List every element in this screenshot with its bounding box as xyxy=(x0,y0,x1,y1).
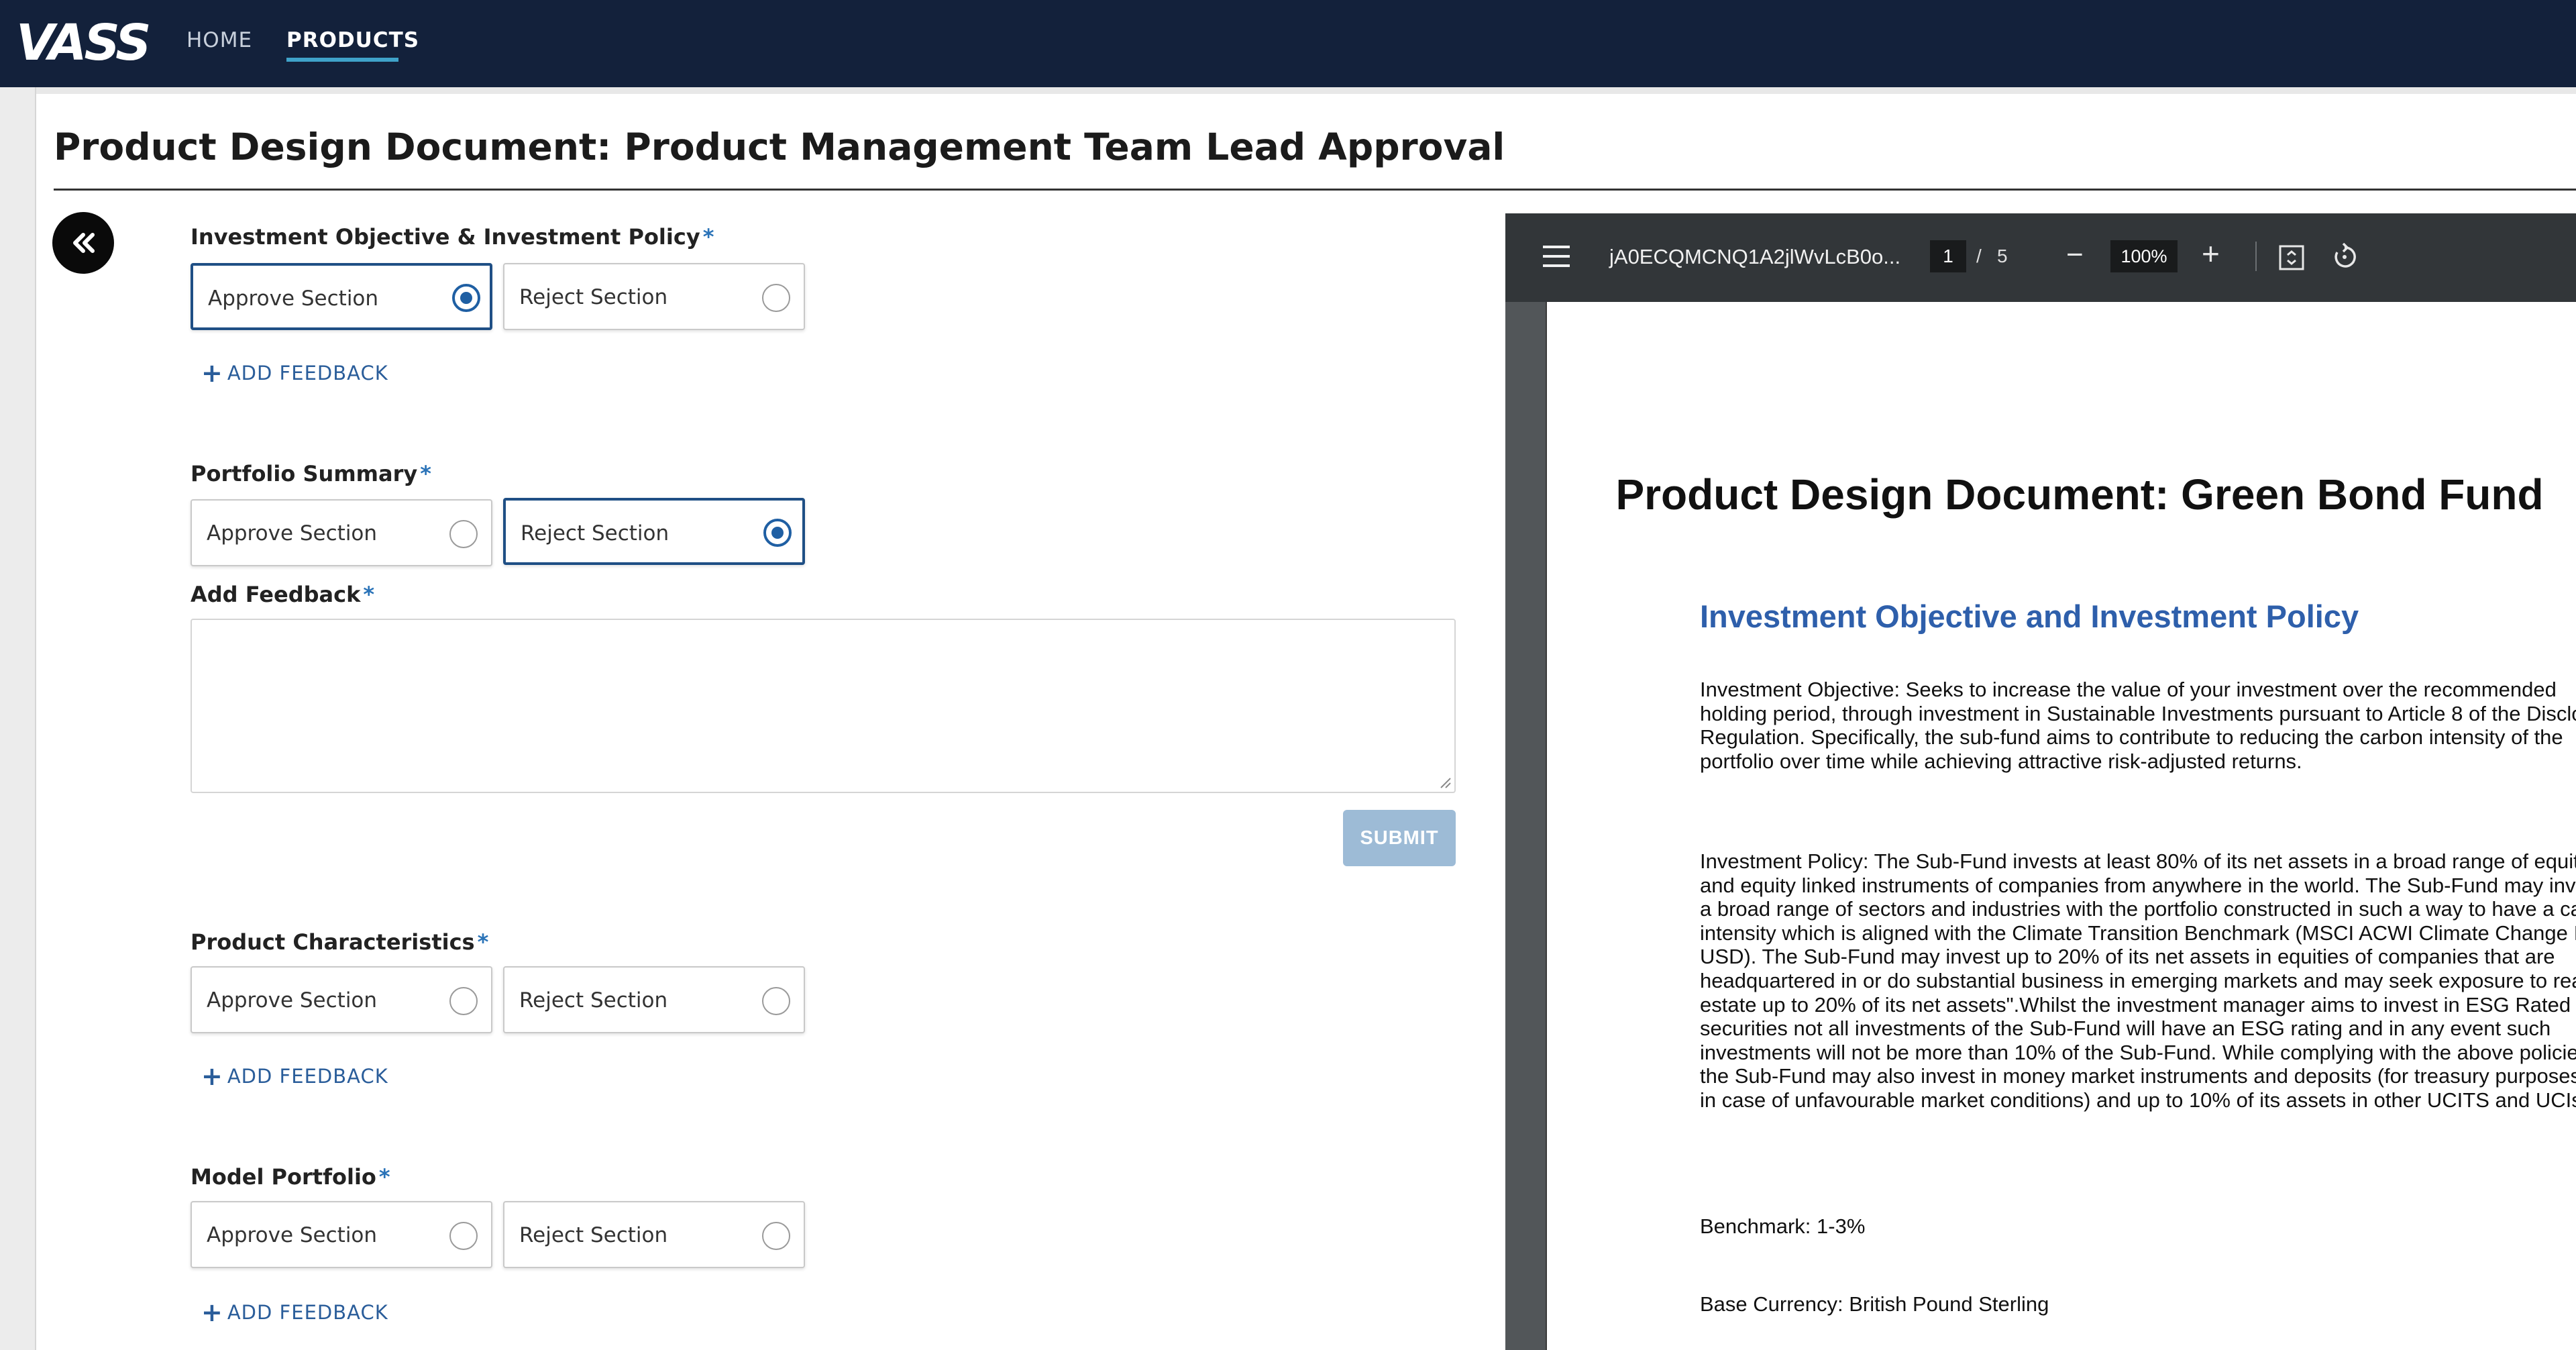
document-paragraph: Benchmark: 1-3% xyxy=(1700,1214,1866,1238)
pdf-page xyxy=(1546,302,2576,1350)
nav-products-link[interactable]: PRODUCTS xyxy=(286,27,419,54)
active-nav-indicator xyxy=(286,58,398,62)
add-feedback-label: Add Feedback * xyxy=(191,580,374,609)
plus-icon: + xyxy=(201,1298,223,1327)
radio-label: Approve Section xyxy=(207,988,378,1012)
add-feedback-link[interactable]: + ADD FEEDBACK xyxy=(201,1299,388,1326)
top-navbar: VASS HOME PRODUCTS xyxy=(0,0,2576,87)
zoom-level-input[interactable]: 100% xyxy=(2110,240,2178,272)
radio-unselected-icon xyxy=(449,987,478,1015)
radio-unselected-icon xyxy=(449,1222,478,1250)
add-feedback-link[interactable]: + ADD FEEDBACK xyxy=(201,1063,388,1090)
menu-icon[interactable] xyxy=(1543,246,1570,267)
page-separator: / xyxy=(1976,246,1982,266)
document-paragraph: Investment Objective: Seeks to increase … xyxy=(1700,678,2576,773)
radio-label: Approve Section xyxy=(207,1223,378,1247)
plus-icon: + xyxy=(201,358,223,388)
radio-selected-icon xyxy=(452,284,480,312)
nav-home-link[interactable]: HOME xyxy=(186,27,252,54)
radio-label: Reject Section xyxy=(521,521,669,546)
pdf-filename: jA0ECQMCNQ1A2jlWvLcB0o... xyxy=(1609,245,1901,268)
section-label-text: Investment Objective & Investment Policy xyxy=(191,224,700,250)
reject-section-radio[interactable]: Reject Section xyxy=(503,1201,805,1268)
radio-selected-icon xyxy=(763,519,792,547)
approve-section-radio[interactable]: Approve Section xyxy=(191,499,492,566)
radio-label: Reject Section xyxy=(519,285,668,309)
feedback-textarea[interactable] xyxy=(191,619,1456,793)
section-label-investment-objective: Investment Objective & Investment Policy… xyxy=(191,223,714,251)
required-marker: * xyxy=(363,582,375,607)
radio-unselected-icon xyxy=(762,1222,790,1250)
toolbar-divider xyxy=(2255,242,2257,271)
required-marker: * xyxy=(702,224,714,250)
add-feedback-label: ADD FEEDBACK xyxy=(227,362,388,384)
zoom-in-button[interactable]: + xyxy=(2202,238,2220,270)
radio-unselected-icon xyxy=(762,987,790,1015)
reject-section-radio[interactable]: Reject Section xyxy=(503,263,805,330)
reject-section-radio[interactable]: Reject Section xyxy=(503,498,805,565)
document-title: Product Design Document: Green Bond Fund xyxy=(1615,470,2544,519)
double-chevron-left-icon xyxy=(73,233,95,253)
section-label-text: Product Characteristics xyxy=(191,929,475,955)
section-label-model-portfolio: Model Portfolio * xyxy=(191,1163,390,1191)
radio-label: Reject Section xyxy=(519,1223,668,1247)
pdf-toolbar: jA0ECQMCNQ1A2jlWvLcB0o... 1 / 5 − 100% + xyxy=(1505,213,2576,302)
add-feedback-label: ADD FEEDBACK xyxy=(227,1065,388,1088)
zoom-out-button[interactable]: − xyxy=(2066,240,2084,270)
radio-unselected-icon xyxy=(449,520,478,548)
fit-page-icon[interactable] xyxy=(2278,244,2305,271)
section-label-text: Model Portfolio xyxy=(191,1164,376,1190)
radio-unselected-icon xyxy=(762,284,790,312)
approve-section-radio[interactable]: Approve Section xyxy=(191,1201,492,1268)
resize-handle-icon[interactable] xyxy=(1438,776,1452,789)
section-label-portfolio-summary: Portfolio Summary * xyxy=(191,460,431,488)
document-paragraph: Base Currency: British Pound Sterling xyxy=(1700,1292,2049,1316)
required-marker: * xyxy=(378,1164,390,1190)
required-marker: * xyxy=(477,929,489,955)
left-gutter xyxy=(0,87,36,1350)
title-divider xyxy=(54,189,2576,191)
section-label-product-characteristics: Product Characteristics * xyxy=(191,928,488,956)
pdf-viewer[interactable]: jA0ECQMCNQ1A2jlWvLcB0o... 1 / 5 − 100% + xyxy=(1505,213,2576,1350)
add-feedback-link[interactable]: + ADD FEEDBACK xyxy=(201,360,388,386)
approve-section-radio[interactable]: Approve Section xyxy=(191,263,492,330)
content-top-border xyxy=(36,87,2576,94)
approve-section-radio[interactable]: Approve Section xyxy=(191,966,492,1033)
submit-button[interactable]: SUBMIT xyxy=(1343,810,1456,866)
vass-logo[interactable]: VASS xyxy=(16,15,151,71)
reject-section-radio[interactable]: Reject Section xyxy=(503,966,805,1033)
feedback-label-text: Add Feedback xyxy=(191,582,361,607)
page-title: Product Design Document: Product Managem… xyxy=(54,125,1505,168)
radio-label: Approve Section xyxy=(207,521,378,546)
document-paragraph: Investment Policy: The Sub-Fund invests … xyxy=(1700,849,2576,1112)
radio-label: Reject Section xyxy=(519,988,668,1012)
radio-label: Approve Section xyxy=(208,287,379,311)
rotate-icon[interactable] xyxy=(2330,243,2359,271)
collapse-panel-button[interactable] xyxy=(52,212,114,274)
page-total: 5 xyxy=(1997,246,2008,266)
add-feedback-label: ADD FEEDBACK xyxy=(227,1301,388,1324)
section-label-text: Portfolio Summary xyxy=(191,461,418,486)
required-marker: * xyxy=(420,461,431,486)
document-section-heading: Investment Objective and Investment Poli… xyxy=(1700,599,2359,634)
page-number-input[interactable]: 1 xyxy=(1930,240,1966,272)
plus-icon: + xyxy=(201,1061,223,1091)
